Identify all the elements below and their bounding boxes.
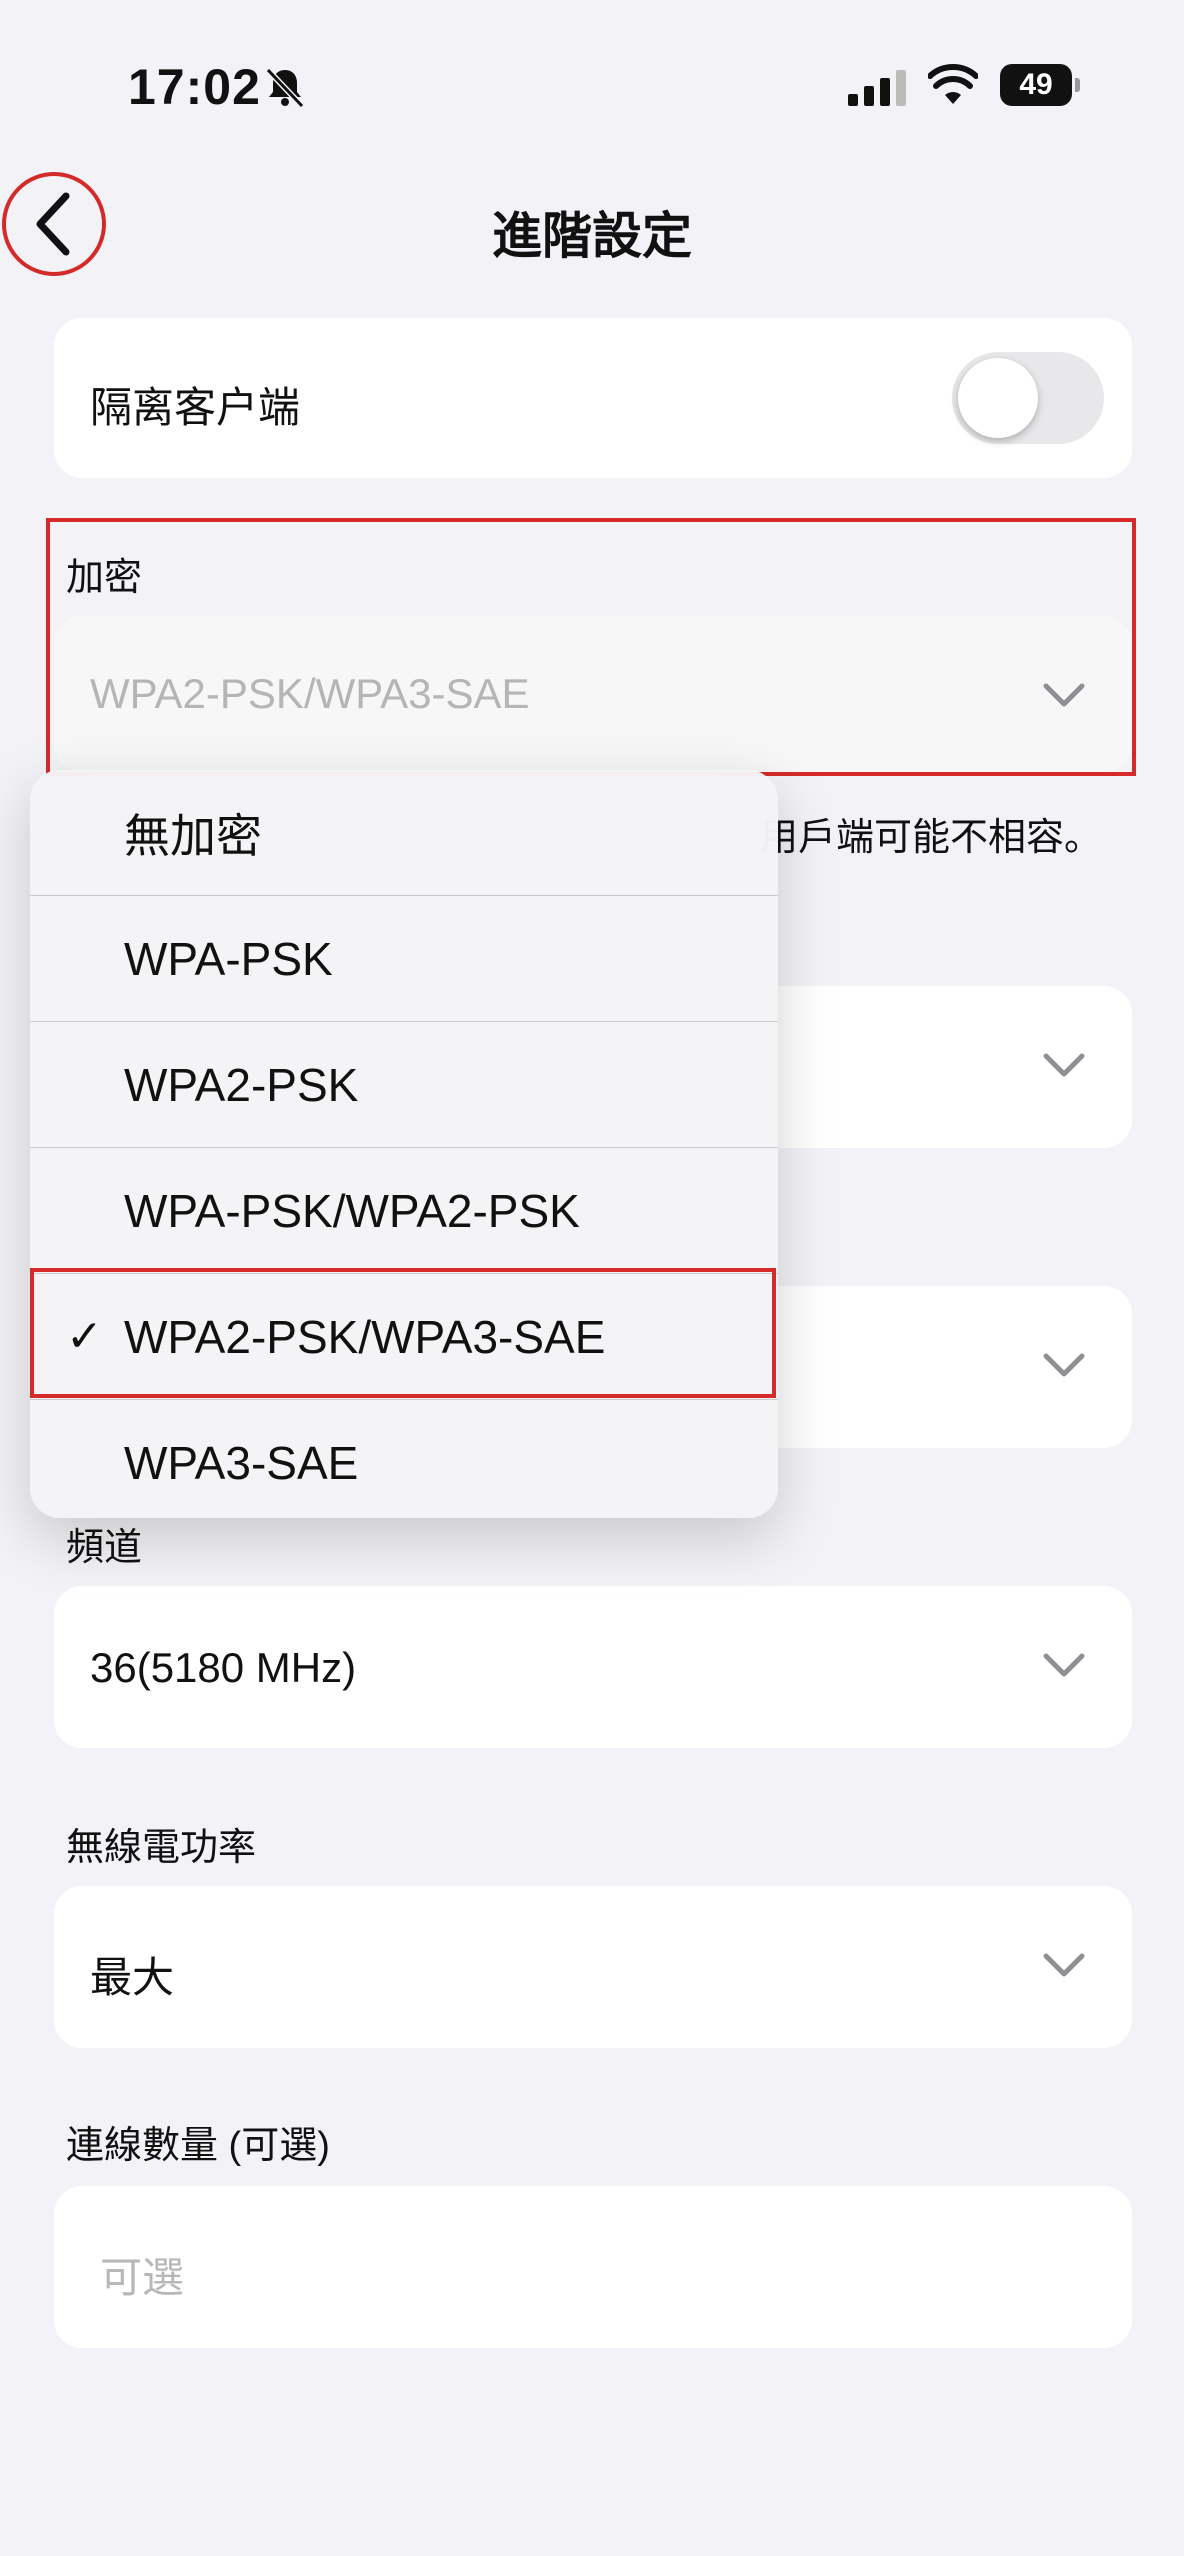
menu-item-label: WPA3-SAE: [124, 1437, 359, 1489]
tx-power-select-value: 最大: [90, 1954, 175, 2001]
menu-item-label: WPA-PSK: [124, 932, 333, 985]
menu-item-wpa-psk[interactable]: WPA-PSK: [30, 896, 778, 1022]
connections-placeholder: 可選: [100, 2254, 185, 2301]
connections-label: 連線數量 (可選): [66, 2125, 330, 2167]
menu-item-label: 無加密: [124, 809, 262, 862]
encryption-select-value: WPA2-PSK/WPA3-SAE: [90, 670, 530, 717]
encryption-dropdown-menu: 無加密 WPA-PSK WPA2-PSK WPA-PSK/WPA2-PSK ✓ …: [30, 770, 778, 1518]
menu-item-wpa-psk-wpa2-psk[interactable]: WPA-PSK/WPA2-PSK: [30, 1148, 778, 1274]
chevron-down-icon: [1043, 683, 1085, 707]
chevron-down-icon: [1043, 1953, 1085, 1977]
connections-input[interactable]: 可選: [54, 2186, 1132, 2348]
tx-power-select[interactable]: 最大: [54, 1886, 1132, 2048]
menu-item-no-encryption[interactable]: 無加密: [30, 770, 778, 896]
tx-power-label: 無線電功率: [66, 1827, 257, 1869]
channel-select[interactable]: 36(5180 MHz): [54, 1586, 1132, 1748]
menu-item-wpa3-sae[interactable]: WPA3-SAE: [30, 1400, 778, 1518]
channel-label: 頻道: [66, 1527, 143, 1569]
encryption-select[interactable]: WPA2-PSK/WPA3-SAE: [54, 616, 1132, 772]
isolate-clients-toggle[interactable]: [952, 352, 1104, 444]
toggle-knob: [958, 358, 1038, 438]
chevron-down-icon: [1043, 1353, 1085, 1377]
menu-item-label: WPA-PSK/WPA2-PSK: [124, 1184, 580, 1237]
menu-item-wpa2-psk[interactable]: WPA2-PSK: [30, 1022, 778, 1148]
encryption-label: 加密: [66, 557, 143, 599]
isolate-clients-card: 隔离客户端: [54, 318, 1132, 478]
selected-option-highlight: [30, 1268, 776, 1398]
battery-level: 49: [1019, 68, 1053, 101]
chevron-down-icon: [1043, 1053, 1085, 1077]
wifi-icon: [928, 64, 978, 104]
bell-slash-icon: [265, 67, 305, 109]
channel-select-value: 36(5180 MHz): [90, 1644, 357, 1691]
isolate-clients-label: 隔离客户端: [90, 384, 301, 431]
page-title: 進階設定: [492, 208, 692, 264]
battery-indicator: 49: [1000, 64, 1080, 106]
status-time: 17:02: [128, 59, 261, 115]
menu-item-label: WPA2-PSK: [124, 1058, 359, 1111]
chevron-down-icon: [1043, 1653, 1085, 1677]
encryption-note: 用戶端可能不相容。: [760, 817, 1103, 859]
cellular-signal-icon: [848, 70, 906, 106]
